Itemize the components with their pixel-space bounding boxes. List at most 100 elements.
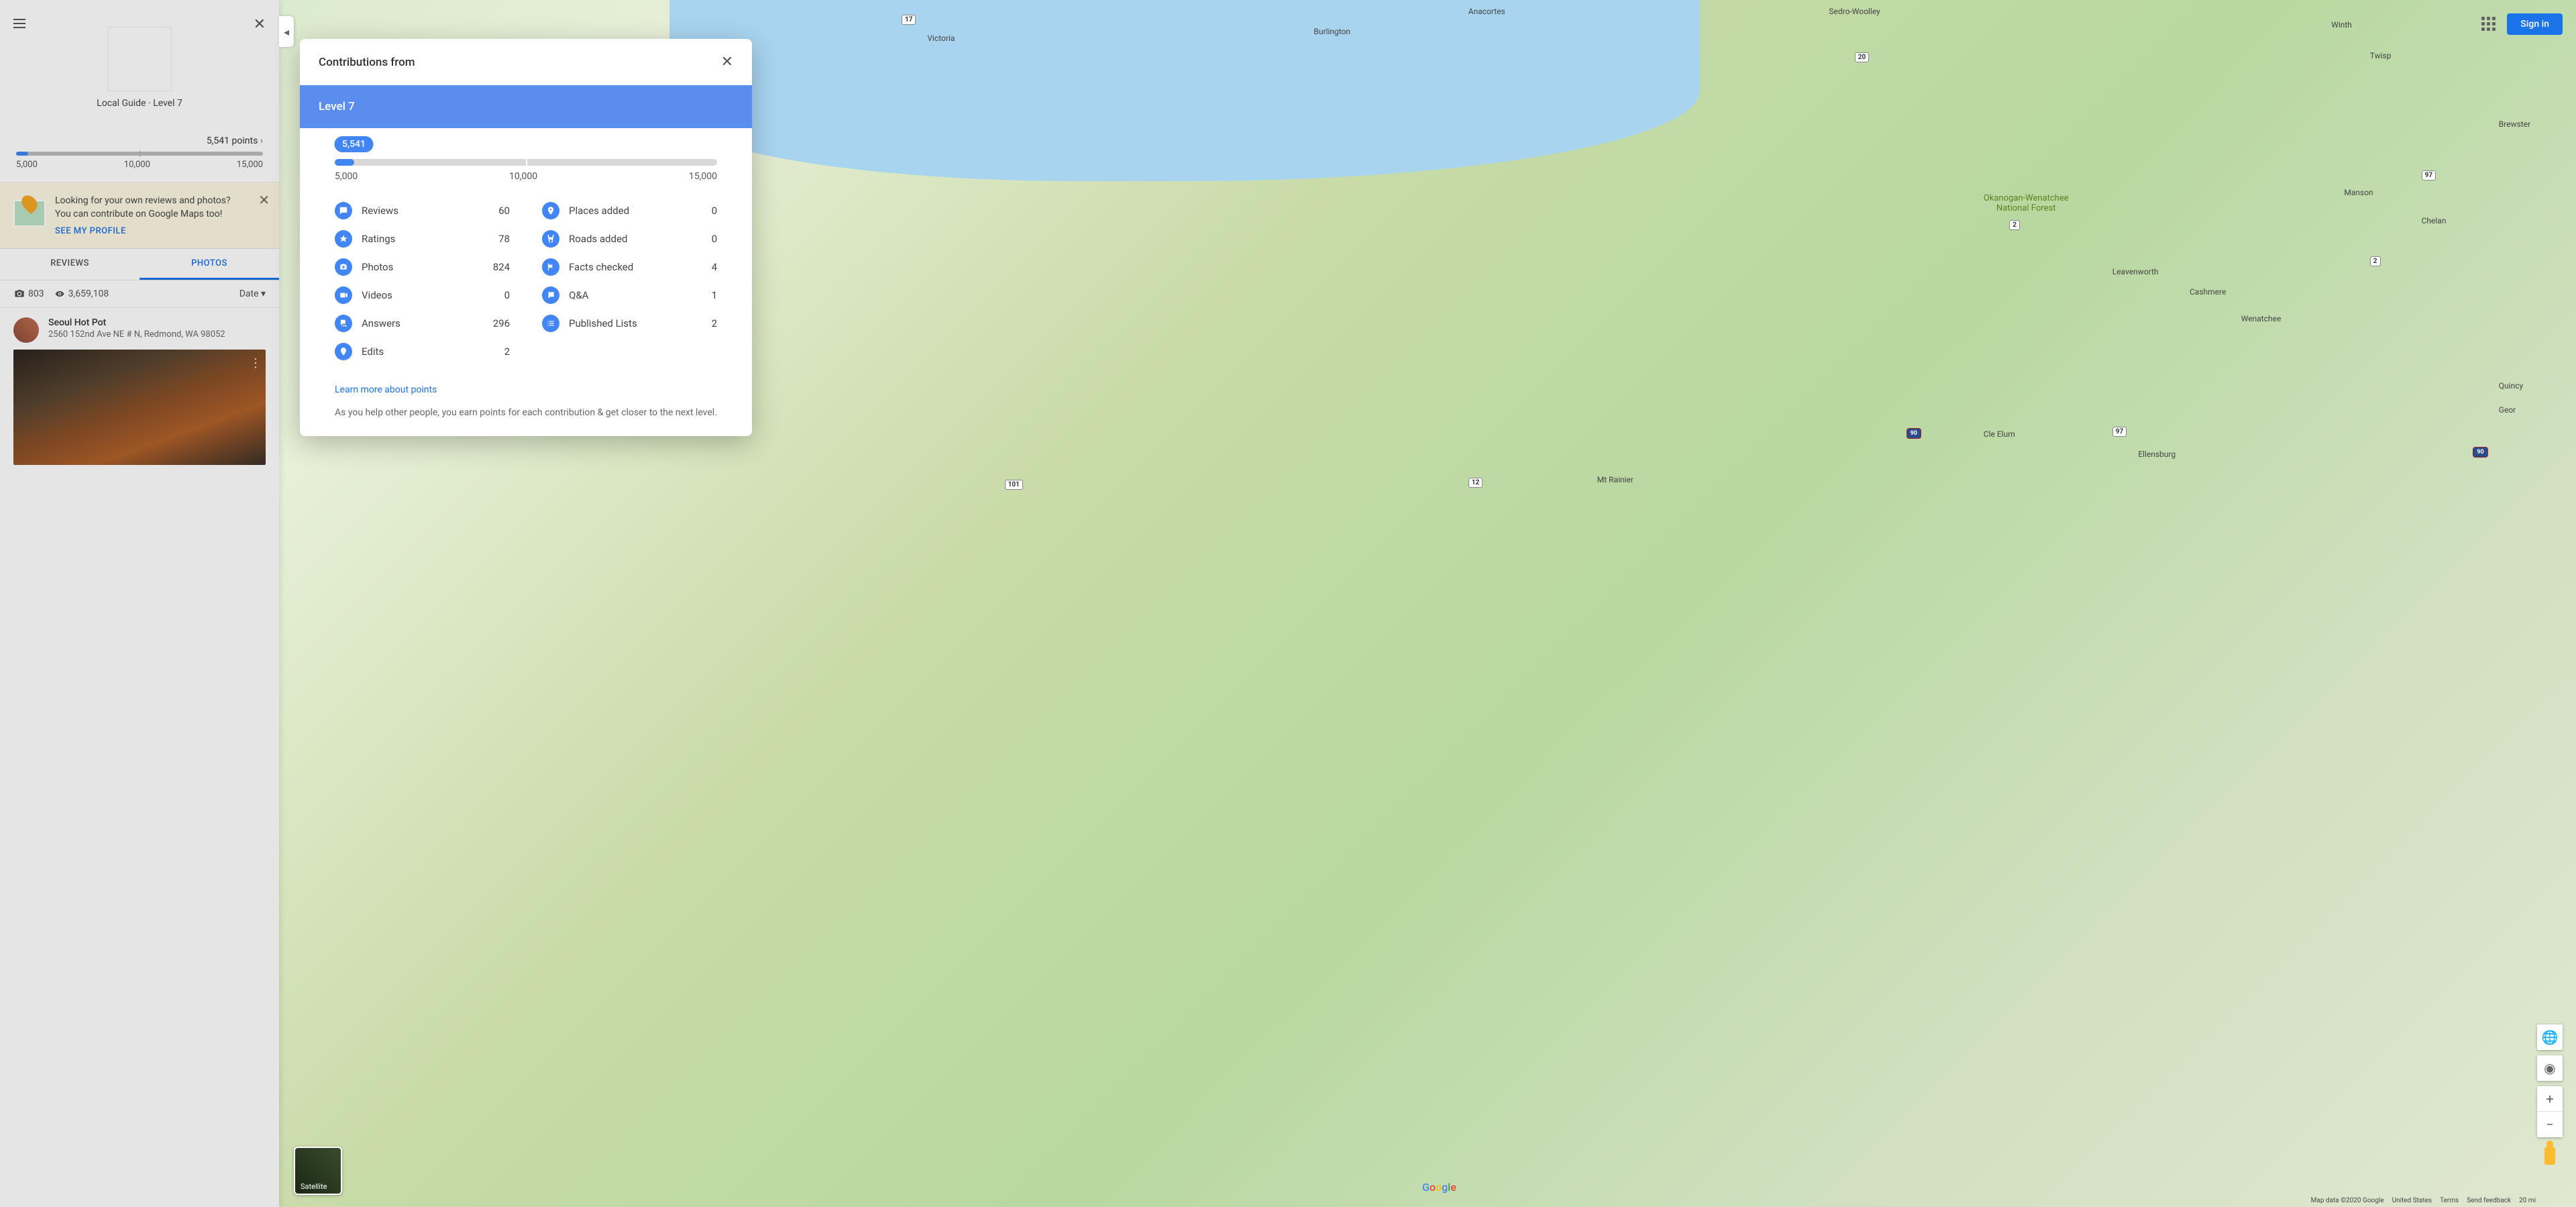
photo-card[interactable]: Seoul Hot Pot 2560 152nd Ave NE # N, Red… [0, 307, 279, 474]
map-label: Cashmere [2190, 287, 2226, 297]
close-sidebar-button[interactable]: ✕ [254, 16, 266, 33]
place-title: Seoul Hot Pot [48, 317, 225, 328]
pegman-button[interactable] [2537, 1143, 2563, 1168]
google-logo: Google [1422, 1181, 1456, 1194]
points-link[interactable]: 5,541 points [0, 136, 279, 152]
google-apps-button[interactable] [2481, 17, 2496, 32]
map-label: Leavenworth [2112, 267, 2159, 276]
eye-icon [54, 289, 66, 299]
photo-thumbnail[interactable] [13, 350, 266, 465]
collapse-sidebar-button[interactable]: ◂ [279, 16, 294, 47]
level-text: Local Guide · Level 7 [13, 98, 266, 109]
view-count: 3,659,108 [68, 288, 109, 299]
level-banner: Level 7 [300, 85, 752, 128]
map-label: Sedro-Woolley [1829, 7, 1880, 16]
map-data-text: Map data ©2020 Google [2311, 1197, 2384, 1204]
stat-answers: Answers296 [335, 309, 510, 337]
route-shield: 97 [2112, 427, 2127, 437]
map-label: Geor [2499, 405, 2516, 415]
stat-places: Places added0 [542, 197, 717, 225]
edit-pin-icon [335, 343, 352, 360]
stat-facts: Facts checked4 [542, 253, 717, 281]
stat-photos: Photos824 [335, 253, 510, 281]
photo-more-button[interactable]: ⋮ [250, 356, 262, 370]
country-link[interactable]: United States [2392, 1197, 2432, 1204]
interstate-shield: 90 [1907, 428, 1921, 439]
place-avatar [13, 317, 39, 343]
tabs: REVIEWS PHOTOS [0, 248, 279, 280]
flag-icon [542, 258, 559, 276]
map-label: Ellensburg [2138, 450, 2176, 459]
map-label: Burlington [1313, 27, 1350, 36]
route-shield: 2 [2009, 220, 2020, 230]
star-icon [335, 230, 352, 248]
mini-progress-bar [16, 152, 263, 156]
progress-bar: 5,541 5,000 10,000 15,000 [335, 159, 717, 182]
map-label: Winth [2331, 20, 2352, 30]
my-location-button[interactable]: ◉ [2537, 1055, 2563, 1081]
tab-reviews[interactable]: REVIEWS [0, 249, 140, 280]
stat-edits: Edits2 [335, 337, 510, 366]
sidebar-panel: ✕ Local Guide · Level 7 5,541 points 5,0… [0, 0, 279, 1207]
see-profile-link[interactable]: SEE MY PROFILE [55, 226, 126, 236]
feedback-link[interactable]: Send feedback [2467, 1197, 2511, 1204]
tab-photos[interactable]: PHOTOS [140, 249, 279, 280]
stat-videos: Videos0 [335, 281, 510, 309]
points-bubble: 5,541 [334, 136, 374, 152]
stat-qa: Q&A1 [542, 281, 717, 309]
route-shield: 2 [2370, 256, 2381, 266]
menu-button[interactable] [13, 16, 30, 32]
route-shield: 12 [1468, 478, 1483, 488]
map-label: Mt Rainier [1597, 475, 1633, 484]
profile-avatar[interactable] [107, 27, 172, 91]
camera-icon [335, 258, 352, 276]
road-icon [542, 230, 559, 248]
stat-reviews: Reviews60 [335, 197, 510, 225]
sign-in-button[interactable]: Sign in [2507, 13, 2563, 35]
interstate-shield: 90 [2473, 447, 2487, 458]
map-label: Brewster [2499, 119, 2530, 129]
map-footer: Map data ©2020 Google United States Term… [2311, 1197, 2536, 1204]
terms-link[interactable]: Terms [2440, 1197, 2459, 1204]
modal-title: Contributions from [319, 56, 415, 69]
help-text: As you help other people, you earn point… [335, 406, 717, 420]
satellite-toggle[interactable]: Satellite [294, 1147, 342, 1195]
list-icon [542, 315, 559, 332]
banner-text: Looking for your own reviews and photos?… [55, 195, 231, 221]
video-icon [335, 286, 352, 304]
progress-labels: 5,000 10,000 15,000 [0, 156, 279, 182]
place-address: 2560 152nd Ave NE # N, Redmond, WA 98052 [48, 329, 225, 339]
date-dropdown[interactable]: Date ▾ [239, 288, 266, 299]
review-icon [335, 202, 352, 219]
chat-icon [335, 315, 352, 332]
map-label: Okanogan-WenatcheeNational Forest [1984, 193, 2069, 213]
map-label: Cle Elum [1984, 429, 2015, 439]
close-modal-button[interactable]: ✕ [721, 54, 733, 70]
map-label: Chelan [2422, 216, 2447, 225]
layers-button[interactable]: 🌐 [2537, 1025, 2563, 1050]
route-shield: 20 [1855, 52, 1869, 62]
photo-count: 803 [28, 288, 44, 299]
route-shield: 101 [1005, 480, 1023, 490]
contributions-modal: Contributions from ✕ Level 7 5,541 5,000… [300, 39, 752, 436]
stat-ratings: Ratings78 [335, 225, 510, 253]
stat-published: Published Lists2 [542, 309, 717, 337]
stat-roads: Roads added0 [542, 225, 717, 253]
pin-icon [542, 202, 559, 219]
map-label: Twisp [2370, 51, 2392, 60]
map-label: Manson [2344, 188, 2373, 197]
camera-icon [13, 288, 25, 299]
map-label: Quincy [2499, 381, 2523, 390]
map-label: Anacortes [1468, 7, 1505, 16]
profile-banner: Looking for your own reviews and photos?… [0, 182, 279, 248]
zoom-out-button[interactable]: − [2537, 1112, 2563, 1137]
zoom-in-button[interactable]: + [2537, 1086, 2563, 1112]
route-shield: 17 [902, 15, 916, 25]
local-guide-icon [13, 195, 46, 227]
route-shield: 97 [2422, 170, 2436, 180]
map-label: Wenatchee [2241, 314, 2282, 323]
close-banner-button[interactable]: ✕ [258, 192, 270, 208]
map-label: Victoria [927, 34, 955, 43]
scale-text: 20 mi [2519, 1197, 2536, 1204]
learn-more-link[interactable]: Learn more about points [335, 384, 717, 395]
